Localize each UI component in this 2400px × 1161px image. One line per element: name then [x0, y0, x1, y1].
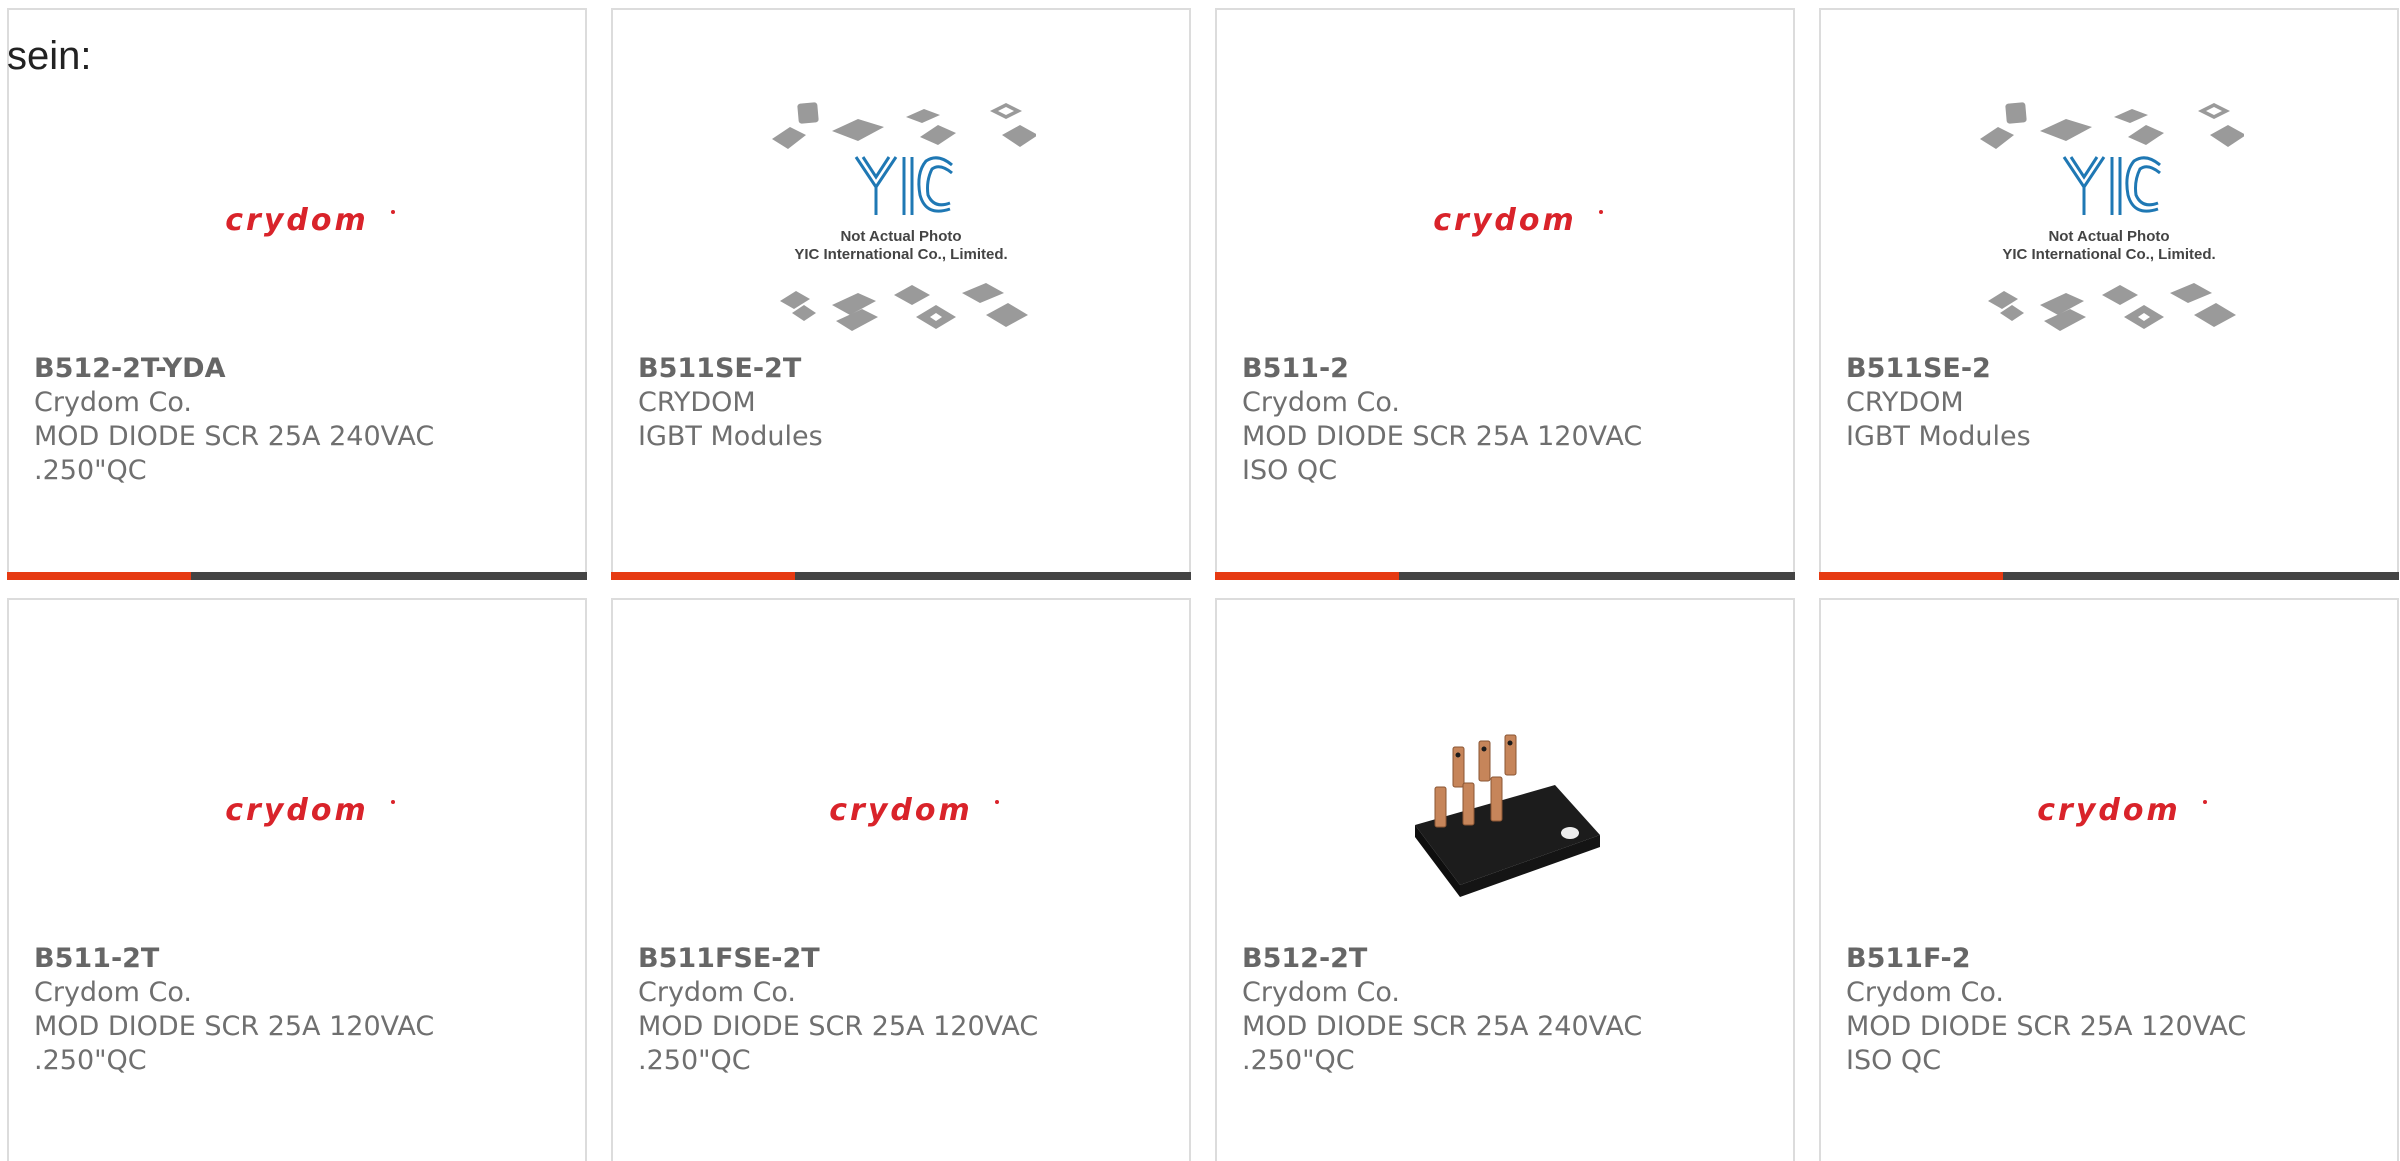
description-extra: ISO QC	[1846, 1045, 1942, 1076]
description-extra: .250"QC	[34, 455, 147, 486]
product-image	[1217, 680, 1793, 940]
card-bottom-bar	[611, 572, 1191, 580]
product-grid-page: sein: crydom B512-2T-YDA Crydom Co. MOD …	[0, 0, 2400, 1161]
svg-text:crydom: crydom	[829, 793, 972, 828]
product-card[interactable]: Not Actual Photo YIC International Co., …	[1819, 8, 2399, 580]
svg-text:crydom: crydom	[225, 793, 368, 828]
manufacturer: CRYDOM	[1846, 387, 1964, 418]
svg-text:crydom: crydom	[1433, 203, 1576, 238]
description: IGBT Modules	[638, 421, 823, 452]
crydom-logo: crydom	[225, 203, 395, 238]
manufacturer: Crydom Co.	[34, 977, 192, 1008]
part-number[interactable]: B512-2T	[1242, 942, 1773, 976]
product-card[interactable]: Not Actual Photo YIC International Co., …	[611, 8, 1191, 580]
product-card[interactable]: crydom B511FSE-2T Crydom Co. MOD DIODE S…	[611, 598, 1191, 1161]
manufacturer: Crydom Co.	[1846, 977, 2004, 1008]
card-bar-accent	[7, 572, 191, 580]
description: MOD DIODE SCR 25A 240VAC	[34, 421, 435, 452]
manufacturer: Crydom Co.	[34, 387, 192, 418]
product-image: Not Actual Photo YIC International Co., …	[613, 90, 1189, 350]
product-image: crydom	[9, 90, 585, 350]
yic-placeholder-image: Not Actual Photo YIC International Co., …	[1980, 102, 2244, 331]
svg-text:crydom: crydom	[225, 203, 368, 238]
product-info: B511F-2 Crydom Co. MOD DIODE SCR 25A 120…	[1846, 942, 2377, 1078]
svg-text:YIC International Co., Limited: YIC International Co., Limited.	[794, 246, 1007, 263]
crydom-logo: crydom	[829, 793, 999, 828]
description: MOD DIODE SCR 25A 120VAC	[34, 1011, 435, 1042]
part-number[interactable]: B512-2T-YDA	[34, 352, 565, 386]
card-bottom-bar	[1215, 572, 1795, 580]
svg-text:crydom: crydom	[2037, 793, 2180, 828]
description: MOD DIODE SCR 25A 240VAC	[1242, 1011, 1643, 1042]
description-extra: .250"QC	[638, 1045, 751, 1076]
product-info: B511-2T Crydom Co. MOD DIODE SCR 25A 120…	[34, 942, 565, 1078]
product-image: crydom	[613, 680, 1189, 940]
relay-module-photo	[1415, 734, 1600, 897]
product-grid: crydom B512-2T-YDA Crydom Co. MOD DIODE …	[7, 8, 2400, 1161]
card-bottom-bar	[7, 572, 587, 580]
part-number[interactable]: B511F-2	[1846, 942, 2377, 976]
description: MOD DIODE SCR 25A 120VAC	[1846, 1011, 2247, 1042]
product-info: B511FSE-2T Crydom Co. MOD DIODE SCR 25A …	[638, 942, 1169, 1078]
product-card[interactable]: B512-2T Crydom Co. MOD DIODE SCR 25A 240…	[1215, 598, 1795, 1161]
product-card[interactable]: crydom B511-2 Crydom Co. MOD DIODE SCR 2…	[1215, 8, 1795, 580]
manufacturer: Crydom Co.	[1242, 387, 1400, 418]
part-number[interactable]: B511FSE-2T	[638, 942, 1169, 976]
product-info: B511-2 Crydom Co. MOD DIODE SCR 25A 120V…	[1242, 352, 1773, 488]
product-card[interactable]: crydom B511F-2 Crydom Co. MOD DIODE SCR …	[1819, 598, 2399, 1161]
part-number[interactable]: B511SE-2T	[638, 352, 1169, 386]
product-card[interactable]: crydom B512-2T-YDA Crydom Co. MOD DIODE …	[7, 8, 587, 580]
card-bar-accent	[1215, 572, 1399, 580]
description-extra: ISO QC	[1242, 455, 1338, 486]
part-number[interactable]: B511-2	[1242, 352, 1773, 386]
intro-text: sein:	[7, 34, 92, 78]
manufacturer: Crydom Co.	[1242, 977, 1400, 1008]
description-extra: .250"QC	[34, 1045, 147, 1076]
card-bottom-bar	[1819, 572, 2399, 580]
product-info: B511SE-2T CRYDOM IGBT Modules	[638, 352, 1169, 454]
card-bar-accent	[611, 572, 795, 580]
svg-text:Not Actual Photo: Not Actual Photo	[2048, 228, 2169, 245]
part-number[interactable]: B511SE-2	[1846, 352, 2377, 386]
svg-text:Not Actual Photo: Not Actual Photo	[840, 228, 961, 245]
crydom-logo: crydom	[2037, 793, 2207, 828]
description: IGBT Modules	[1846, 421, 2031, 452]
card-bar-accent	[1819, 572, 2003, 580]
product-image: crydom	[9, 680, 585, 940]
description: MOD DIODE SCR 25A 120VAC	[638, 1011, 1039, 1042]
manufacturer: Crydom Co.	[638, 977, 796, 1008]
description: MOD DIODE SCR 25A 120VAC	[1242, 421, 1643, 452]
part-number[interactable]: B511-2T	[34, 942, 565, 976]
crydom-logo: crydom	[225, 793, 395, 828]
description-extra: .250"QC	[1242, 1045, 1355, 1076]
product-info: B512-2T-YDA Crydom Co. MOD DIODE SCR 25A…	[34, 352, 565, 488]
product-image: crydom	[1217, 90, 1793, 350]
manufacturer: CRYDOM	[638, 387, 756, 418]
product-image: Not Actual Photo YIC International Co., …	[1821, 90, 2397, 350]
crydom-logo: crydom	[1433, 203, 1603, 238]
yic-placeholder-image: Not Actual Photo YIC International Co., …	[772, 102, 1036, 331]
product-card[interactable]: crydom B511-2T Crydom Co. MOD DIODE SCR …	[7, 598, 587, 1161]
product-image: crydom	[1821, 680, 2397, 940]
svg-text:YIC International Co., Limited: YIC International Co., Limited.	[2002, 246, 2215, 263]
product-info: B512-2T Crydom Co. MOD DIODE SCR 25A 240…	[1242, 942, 1773, 1078]
product-info: B511SE-2 CRYDOM IGBT Modules	[1846, 352, 2377, 454]
